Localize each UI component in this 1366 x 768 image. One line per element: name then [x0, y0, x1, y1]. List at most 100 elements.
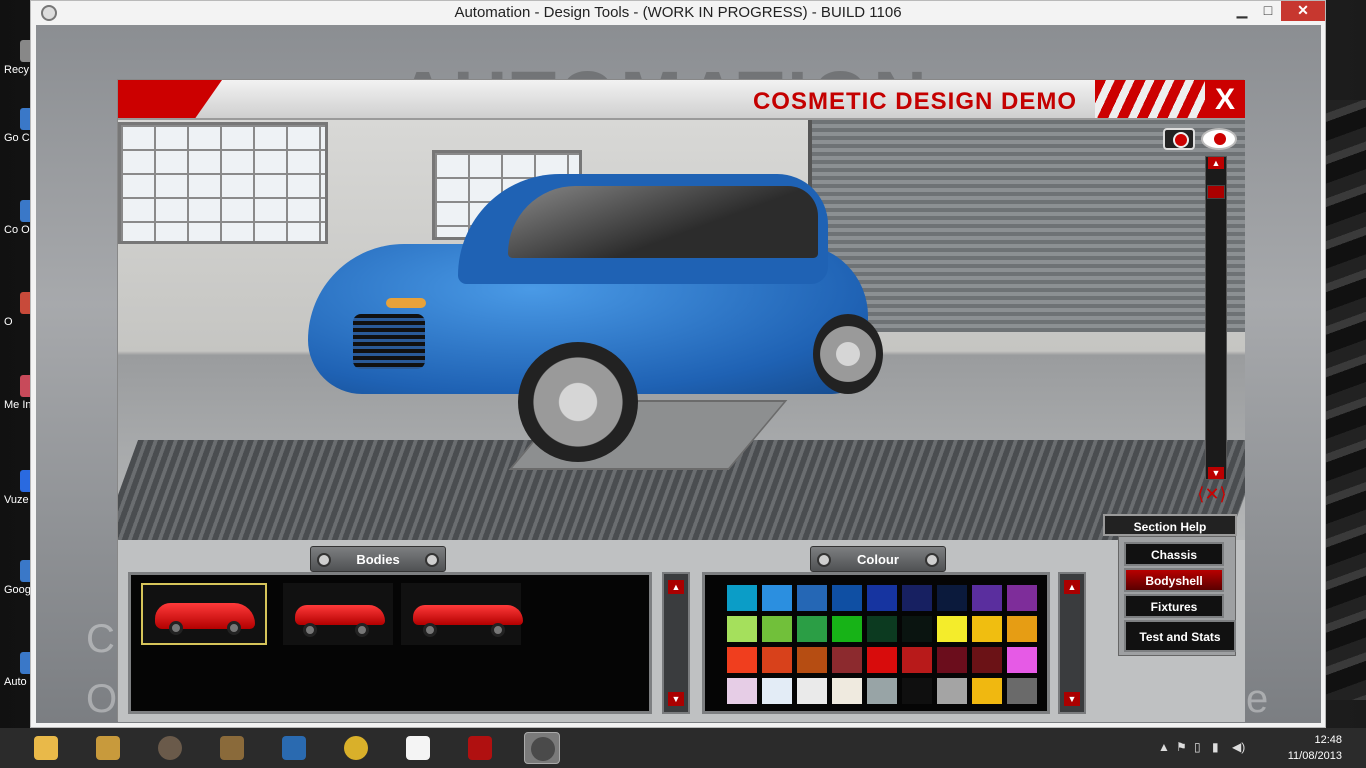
colour-swatch[interactable] — [972, 616, 1002, 642]
taskbar-utility-icon[interactable] — [90, 732, 126, 764]
colour-swatch[interactable] — [832, 616, 862, 642]
body-option-coupe[interactable] — [401, 583, 523, 645]
colour-swatch[interactable] — [762, 647, 792, 673]
camera-icon[interactable] — [1163, 128, 1195, 150]
colour-swatch[interactable] — [762, 585, 792, 611]
colour-swatch[interactable] — [727, 616, 757, 642]
chassis-button[interactable]: Chassis — [1124, 542, 1224, 566]
colour-swatch[interactable] — [727, 678, 757, 704]
scroll-up-arrow-icon[interactable]: ▲ — [668, 580, 684, 594]
colour-swatch[interactable] — [727, 585, 757, 611]
colour-swatch[interactable] — [972, 678, 1002, 704]
automation-game-glyph — [531, 737, 555, 761]
car-viewport[interactable]: ▲ ▼ ⟨✕⟩ — [118, 120, 1245, 540]
action-center-icon[interactable]: ⚑ — [1176, 740, 1187, 754]
colour-swatch[interactable] — [937, 678, 967, 704]
colour-swatch[interactable] — [797, 678, 827, 704]
system-tray: ▲ ⚑ ▯ ▮ ◀) 12:48 11/08/2013 — [1146, 728, 1366, 768]
bodies-tab: Bodies — [310, 546, 446, 572]
body-option-hatchback[interactable] — [141, 583, 267, 645]
utility-glyph — [96, 736, 120, 760]
colour-swatch[interactable] — [1007, 647, 1037, 673]
colour-swatch[interactable] — [972, 585, 1002, 611]
taskbar-file-explorer-icon[interactable] — [28, 732, 64, 764]
zoom-up-arrow-icon[interactable]: ▲ — [1208, 157, 1224, 169]
bodies-scrollbar[interactable]: ▲ ▼ — [662, 572, 690, 714]
desktop-icon-label: O — [4, 316, 13, 328]
colour-swatch[interactable] — [797, 647, 827, 673]
red-car-icon — [295, 605, 385, 625]
colour-swatch[interactable] — [867, 585, 897, 611]
taskbar-chrome-icon[interactable] — [338, 732, 374, 764]
maximize-button[interactable]: □ — [1255, 1, 1281, 21]
minimize-button[interactable]: ▁ — [1229, 1, 1255, 21]
colour-swatch[interactable] — [1007, 585, 1037, 611]
desktop-icon-label: Auto — [4, 676, 27, 688]
colour-swatch[interactable] — [762, 616, 792, 642]
body-option-sedan[interactable] — [283, 583, 393, 645]
red-car-icon — [413, 605, 523, 625]
taskbar-power-app-icon[interactable] — [462, 732, 498, 764]
scroll-down-arrow-icon[interactable]: ▼ — [668, 692, 684, 706]
close-window-button[interactable]: ✕ — [1281, 1, 1325, 21]
bodies-list — [128, 572, 652, 714]
close-panel-button[interactable]: X — [1205, 80, 1245, 118]
show-hidden-icons-icon[interactable]: ▲ — [1158, 740, 1170, 754]
test-and-stats-button[interactable]: Test and Stats — [1124, 620, 1236, 652]
taskbar: ▲ ⚑ ▯ ▮ ◀) 12:48 11/08/2013 — [0, 728, 1366, 768]
colour-swatch[interactable] — [867, 616, 897, 642]
window-title: Automation - Design Tools - (WORK IN PRO… — [454, 4, 902, 21]
scroll-up-arrow-icon[interactable]: ▲ — [1064, 580, 1080, 594]
section-help-button[interactable]: Section Help — [1103, 514, 1237, 536]
colour-swatch[interactable] — [797, 616, 827, 642]
colour-swatch[interactable] — [832, 647, 862, 673]
taskbar-speaker-icon[interactable] — [152, 732, 188, 764]
zoom-slider-handle[interactable] — [1207, 185, 1225, 199]
screw-icon — [317, 553, 331, 567]
colour-swatch[interactable] — [937, 585, 967, 611]
eye-icon[interactable] — [1201, 128, 1237, 150]
colour-swatch[interactable] — [937, 647, 967, 673]
colour-swatch[interactable] — [937, 616, 967, 642]
cosmetic-design-panel: COSMETIC DESIGN DEMO X ▲ ▼ ⟨✕⟩ Bodies ▲ … — [117, 79, 1245, 722]
colour-swatch[interactable] — [902, 585, 932, 611]
scroll-down-arrow-icon[interactable]: ▼ — [1064, 692, 1080, 706]
wheel-icon — [227, 621, 241, 635]
taskbar-blank-file-icon[interactable] — [400, 732, 436, 764]
fixtures-button[interactable]: Fixtures — [1124, 594, 1224, 618]
taskbar-settings-app-icon[interactable] — [276, 732, 312, 764]
colour-swatch[interactable] — [797, 585, 827, 611]
desktop-icon-label: Vuze — [4, 494, 29, 506]
clock-date[interactable]: 11/08/2013 — [1288, 750, 1342, 762]
header-stripe — [118, 80, 223, 118]
colour-swatch[interactable] — [727, 647, 757, 673]
colour-swatch[interactable] — [867, 647, 897, 673]
car-windows — [508, 186, 818, 258]
colour-swatch[interactable] — [762, 678, 792, 704]
zoom-down-arrow-icon[interactable]: ▼ — [1208, 467, 1224, 479]
screw-icon — [925, 553, 939, 567]
colour-swatch[interactable] — [902, 678, 932, 704]
colour-swatch[interactable] — [1007, 678, 1037, 704]
colour-swatch[interactable] — [902, 616, 932, 642]
car-model[interactable] — [298, 164, 898, 464]
colour-swatch[interactable] — [902, 647, 932, 673]
desktop-icon-label: Co O — [4, 224, 30, 236]
power-icon[interactable]: ▯ — [1194, 740, 1201, 754]
colour-swatch[interactable] — [832, 678, 862, 704]
colour-swatch[interactable] — [1007, 616, 1037, 642]
colour-swatch[interactable] — [867, 678, 897, 704]
volume-icon[interactable]: ◀) — [1232, 740, 1245, 754]
taskbar-automation-game-icon[interactable] — [524, 732, 560, 764]
screw-icon — [817, 553, 831, 567]
colour-scrollbar[interactable]: ▲ ▼ — [1058, 572, 1086, 714]
taskbar-doc-app-icon[interactable] — [214, 732, 250, 764]
rotate-view-icon[interactable]: ⟨✕⟩ — [1197, 484, 1227, 504]
zoom-slider[interactable]: ▲ ▼ — [1205, 156, 1227, 480]
network-icon[interactable]: ▮ — [1212, 740, 1219, 754]
bodyshell-button[interactable]: Bodyshell — [1124, 568, 1224, 592]
title-bar[interactable]: Automation - Design Tools - (WORK IN PRO… — [31, 1, 1325, 25]
clock-time[interactable]: 12:48 — [1314, 734, 1342, 746]
colour-swatch[interactable] — [972, 647, 1002, 673]
colour-swatch[interactable] — [832, 585, 862, 611]
